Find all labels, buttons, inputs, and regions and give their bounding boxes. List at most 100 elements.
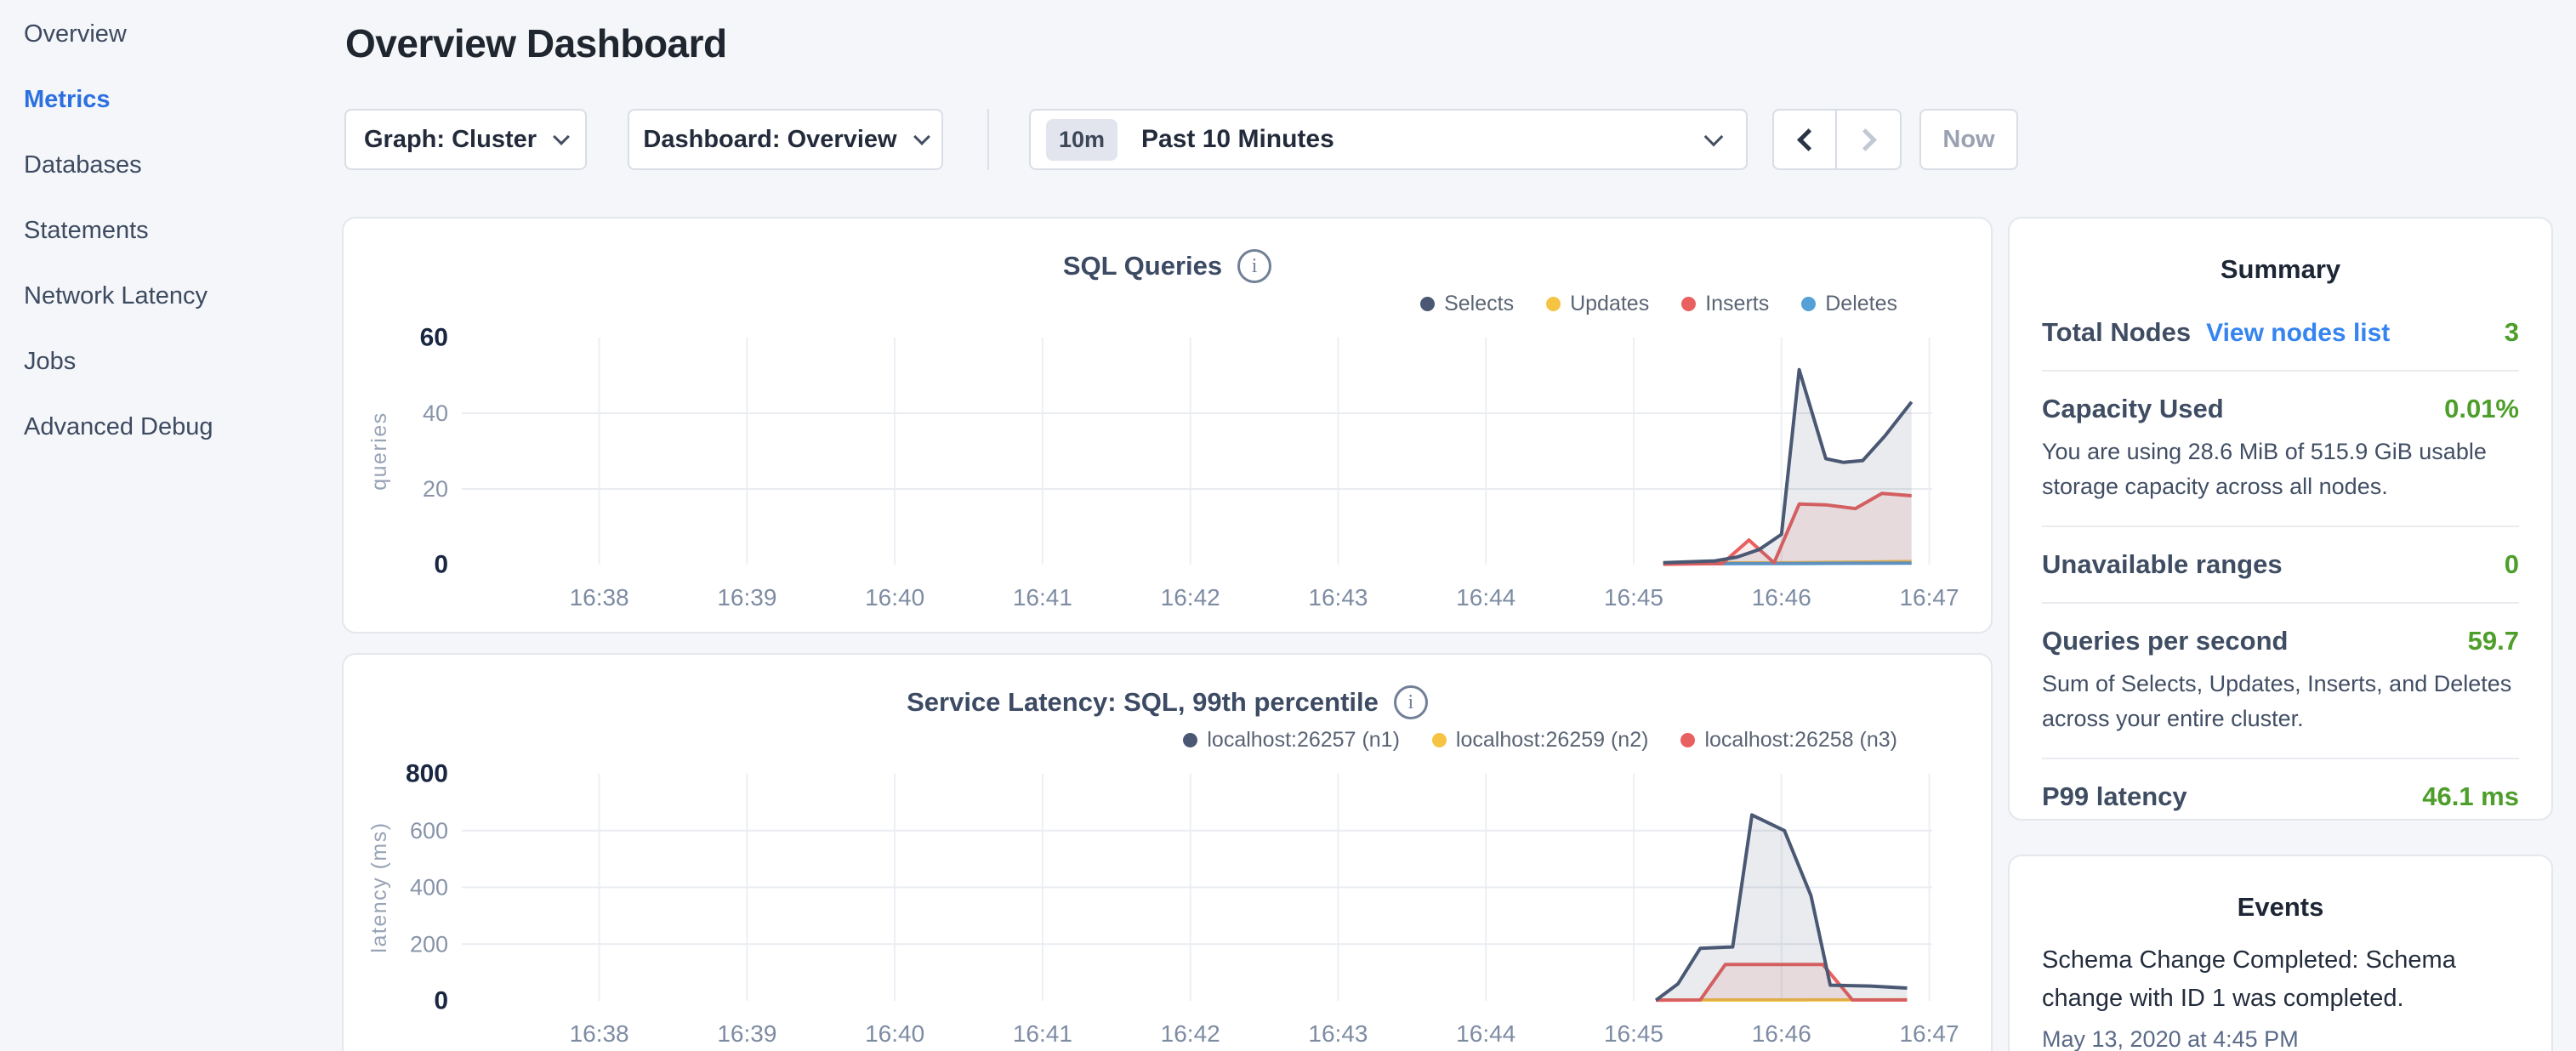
sql-queries-chart: 16:3816:3916:4016:4116:4216:4316:4416:45…	[344, 321, 1994, 627]
summary-row-queries-per-second: Queries per second 59.7 Sum of Selects, …	[2042, 602, 2519, 758]
legend-dot-icon	[1680, 733, 1695, 747]
legend-label: localhost:26259 (n2)	[1456, 728, 1649, 753]
legend-label: Inserts	[1705, 292, 1769, 316]
svg-text:16:41: 16:41	[1013, 1020, 1072, 1047]
svg-text:16:44: 16:44	[1456, 1020, 1515, 1047]
svg-text:16:47: 16:47	[1899, 1020, 1959, 1047]
svg-text:16:40: 16:40	[865, 584, 924, 611]
legend-label: Deletes	[1825, 292, 1897, 316]
sidebar-item-metrics[interactable]: Metrics	[0, 67, 340, 133]
series-area-localhost:26257 (n1)	[1656, 815, 1907, 1001]
summary-label: Unavailable ranges	[2042, 549, 2283, 580]
svg-text:0: 0	[434, 551, 448, 579]
summary-value: 46.1 ms	[2422, 781, 2519, 812]
legend-item[interactable]: localhost:26259 (n2)	[1432, 728, 1649, 753]
svg-text:200: 200	[410, 931, 448, 957]
dashboard-dropdown[interactable]: Dashboard: Overview	[628, 109, 943, 170]
info-icon[interactable]: i	[1394, 685, 1428, 719]
chevron-right-icon	[1854, 128, 1877, 151]
time-range-dropdown[interactable]: 10m Past 10 Minutes	[1029, 109, 1748, 170]
event-text: Schema Change Completed: Schema change w…	[2042, 941, 2519, 1018]
summary-title: Summary	[2042, 254, 2519, 285]
now-button[interactable]: Now	[1919, 109, 2018, 170]
sidebar-item-advanced-debug[interactable]: Advanced Debug	[0, 395, 340, 460]
legend-dot-icon	[1183, 733, 1197, 747]
summary-subtext: Sum of Selects, Updates, Inserts, and De…	[2042, 667, 2519, 736]
svg-text:16:47: 16:47	[1899, 584, 1959, 611]
legend-item[interactable]: Inserts	[1681, 292, 1769, 316]
time-range-badge: 10m	[1046, 119, 1117, 161]
event-item: Schema Change Completed: Schema change w…	[2042, 941, 2519, 1051]
svg-text:16:38: 16:38	[570, 1020, 629, 1047]
legend-item[interactable]: Deletes	[1801, 292, 1897, 316]
svg-text:40: 40	[423, 401, 448, 426]
chevron-left-icon	[1797, 128, 1820, 151]
time-back-button[interactable]	[1772, 109, 1837, 170]
sidebar-item-databases[interactable]: Databases	[0, 133, 340, 198]
graph-dropdown[interactable]: Graph: Cluster	[344, 109, 587, 170]
legend-dot-icon	[1801, 297, 1816, 311]
sidebar-item-overview[interactable]: Overview	[0, 2, 340, 67]
summary-value: 59.7	[2468, 626, 2519, 656]
summary-label: Capacity Used	[2042, 394, 2224, 424]
summary-value: 0.01%	[2444, 394, 2519, 424]
info-icon[interactable]: i	[1237, 249, 1271, 283]
legend-dot-icon	[1432, 733, 1447, 747]
time-forward-button[interactable]	[1837, 109, 1902, 170]
legend-item[interactable]: localhost:26258 (n3)	[1680, 728, 1897, 753]
event-timestamp: May 13, 2020 at 4:45 PM	[2042, 1026, 2519, 1051]
svg-text:0: 0	[434, 987, 448, 1015]
svg-text:16:46: 16:46	[1752, 1020, 1811, 1047]
legend-label: localhost:26258 (n3)	[1704, 728, 1897, 753]
svg-text:60: 60	[420, 324, 448, 352]
summary-label: Total Nodes	[2042, 317, 2191, 348]
time-range-label: Past 10 Minutes	[1141, 125, 1334, 154]
controls-bar: Graph: Cluster Dashboard: Overview 10m P…	[344, 109, 2018, 170]
svg-text:16:45: 16:45	[1604, 1020, 1663, 1047]
legend-item[interactable]: Selects	[1420, 292, 1514, 316]
legend-dot-icon	[1420, 297, 1435, 311]
summary-row-total-nodes: Total Nodes View nodes list 3	[2042, 295, 2519, 370]
sql-queries-card: SQL Queries i Selects Updates Inserts Delet…	[342, 217, 1993, 633]
svg-text:20: 20	[423, 476, 448, 502]
svg-text:600: 600	[410, 818, 448, 844]
svg-text:16:39: 16:39	[717, 1020, 776, 1047]
summary-value: 0	[2505, 549, 2519, 580]
chart-title-row: SQL Queries i	[344, 249, 1991, 283]
legend-item[interactable]: localhost:26257 (n1)	[1183, 728, 1400, 753]
sidebar: Overview Metrics Databases Statements Ne…	[0, 0, 340, 460]
time-step-buttons	[1772, 109, 1902, 170]
sidebar-item-statements[interactable]: Statements	[0, 198, 340, 264]
events-title: Events	[2042, 892, 2519, 923]
svg-text:16:38: 16:38	[570, 584, 629, 611]
sidebar-item-jobs[interactable]: Jobs	[0, 329, 340, 395]
events-panel: Events Schema Change Completed: Schema c…	[2008, 855, 2553, 1051]
summary-row-capacity-used: Capacity Used 0.01% You are using 28.6 M…	[2042, 370, 2519, 526]
summary-row-p99-latency: P99 latency 46.1 ms	[2042, 758, 2519, 834]
chevron-down-icon	[553, 128, 570, 145]
page-title: Overview Dashboard	[345, 20, 727, 66]
service-latency-chart: 16:38 16:39 16:40 16:41 16:42 16:43 16:44 16:45…	[344, 757, 1994, 1051]
svg-text:16:43: 16:43	[1308, 584, 1368, 611]
graph-dropdown-label: Graph: Cluster	[364, 126, 537, 154]
summary-panel: Summary Total Nodes View nodes list 3 Ca…	[2008, 217, 2553, 821]
view-nodes-list-link[interactable]: View nodes list	[2206, 319, 2390, 348]
legend-item[interactable]: Updates	[1546, 292, 1649, 316]
svg-text:16:42: 16:42	[1161, 1020, 1220, 1047]
legend-label: localhost:26257 (n1)	[1207, 728, 1400, 753]
legend-label: Updates	[1570, 292, 1649, 316]
sidebar-item-network-latency[interactable]: Network Latency	[0, 264, 340, 329]
summary-value: 3	[2505, 317, 2519, 348]
svg-text:400: 400	[410, 875, 448, 900]
svg-text:queries: queries	[367, 412, 391, 491]
summary-subtext: You are using 28.6 MiB of 515.9 GiB usab…	[2042, 435, 2519, 503]
svg-text:16:41: 16:41	[1013, 584, 1072, 611]
svg-text:16:40: 16:40	[865, 1020, 924, 1047]
svg-text:latency (ms): latency (ms)	[367, 821, 391, 952]
svg-text:16:43: 16:43	[1308, 1020, 1368, 1047]
legend-label: Selects	[1444, 292, 1514, 316]
chevron-down-icon	[1704, 127, 1724, 146]
controls-divider	[987, 109, 989, 170]
svg-text:16:42: 16:42	[1161, 584, 1220, 611]
summary-label: P99 latency	[2042, 781, 2187, 812]
